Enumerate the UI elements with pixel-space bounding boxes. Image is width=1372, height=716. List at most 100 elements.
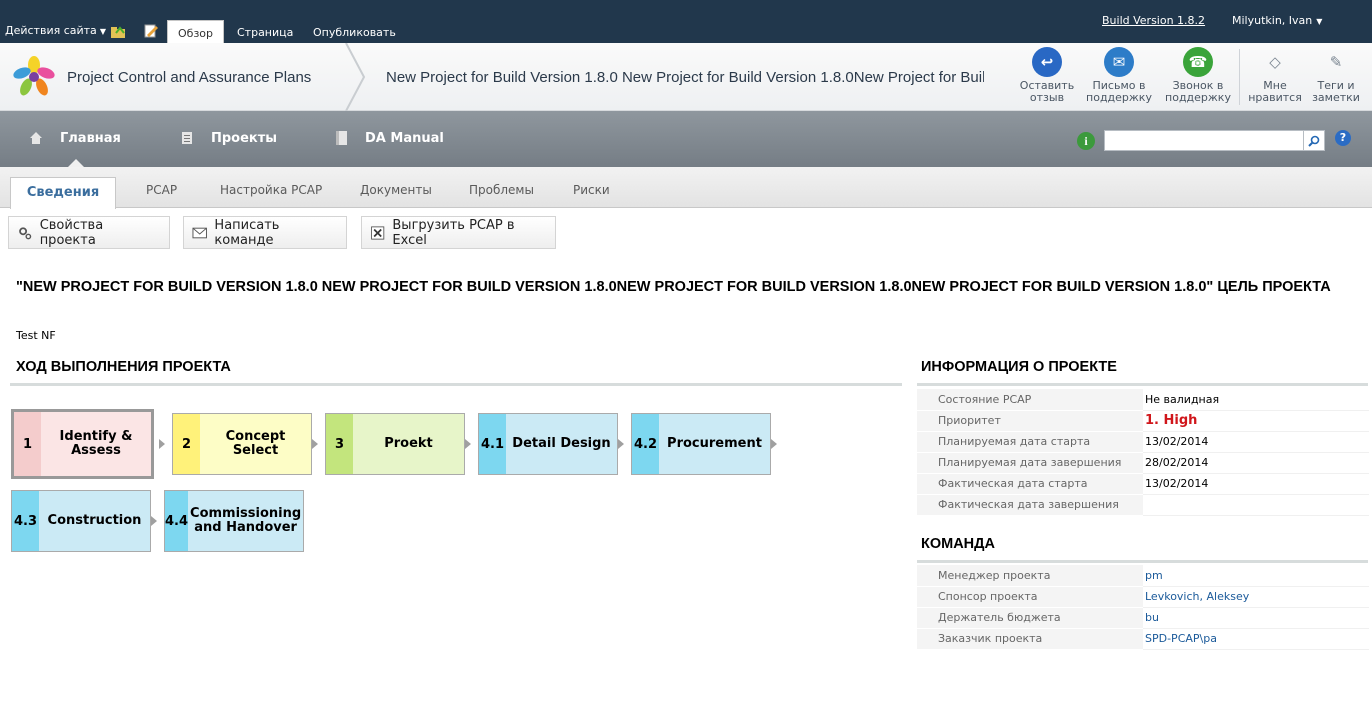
tags-notes-button[interactable]: ✎ Теги и заметки [1300, 47, 1372, 107]
navigate-up-icon[interactable] [110, 23, 126, 39]
info-key: Планируемая дата завершения [917, 452, 1143, 474]
feedback-icon: ↩ [1032, 47, 1062, 77]
export-excel-button[interactable]: Выгрузить PCAP в Excel [361, 216, 556, 249]
arrow-right-icon [159, 439, 165, 449]
team-member-link[interactable]: pm [1143, 565, 1369, 587]
nav-da-manual[interactable]: DA Manual [333, 130, 444, 146]
phone-icon: ☎ [1183, 47, 1213, 77]
search-input[interactable] [1104, 130, 1304, 151]
info-value: Не валидная [1143, 389, 1369, 411]
project-properties-button[interactable]: Свойства проекта [8, 216, 170, 249]
edit-page-icon[interactable] [143, 23, 159, 39]
info-value: 13/02/2014 [1143, 473, 1369, 495]
stage-number: 4.2 [632, 414, 659, 474]
info-key: Планируемая дата старта [917, 431, 1143, 453]
stage-number: 3 [326, 414, 353, 474]
nav-home-label: Главная [60, 130, 121, 146]
priority-value: 1. High [1143, 410, 1369, 432]
info-section-title: ИНФОРМАЦИЯ О ПРОЕКТЕ [921, 359, 1117, 375]
user-menu[interactable]: Milyutkin, Ivan ▼ [1232, 14, 1322, 27]
stage-label: Procurement [667, 436, 762, 451]
tags-notes-label-2: заметки [1312, 91, 1360, 104]
stage-label: Identify & Assess [59, 429, 133, 458]
tab-documents[interactable]: Документы [360, 183, 432, 197]
tab-publish[interactable]: Опубликовать [303, 20, 406, 43]
team-member-link[interactable]: bu [1143, 607, 1369, 629]
project-properties-label: Свойства проекта [39, 217, 104, 248]
stage-number: 1 [14, 412, 41, 476]
divider [917, 560, 1368, 563]
build-version-link[interactable]: Build Version 1.8.2 [1102, 14, 1205, 27]
gear-icon [19, 226, 32, 239]
tab-issues[interactable]: Проблемы [469, 183, 534, 197]
table-row: Спонсор проекта Levkovich, Aleksey [917, 586, 1369, 608]
tab-browse[interactable]: Обзор [167, 20, 225, 43]
team-member-link[interactable]: Levkovich, Aleksey [1143, 586, 1369, 608]
table-row: Состояние PCAP Не валидная [917, 389, 1369, 411]
table-row: Фактическая дата старта 13/02/2014 [917, 473, 1369, 495]
info-icon[interactable]: i [1077, 132, 1095, 150]
projects-icon [182, 132, 192, 144]
mail-icon: ✉ [1104, 47, 1134, 77]
tab-details[interactable]: Сведения [10, 177, 116, 209]
team-role: Спонсор проекта [917, 586, 1143, 608]
divider [10, 383, 902, 386]
team-role: Держатель бюджета [917, 607, 1143, 629]
arrow-right-icon [618, 439, 624, 449]
stage-label: Construction [47, 513, 142, 528]
tab-page[interactable]: Страница [227, 20, 303, 43]
arrow-right-icon [151, 516, 157, 526]
team-role: Менеджер проекта [917, 565, 1143, 587]
table-row: Приоритет 1. High [917, 410, 1369, 432]
project-goal-text: Test NF [16, 329, 56, 342]
tab-pcap-settings[interactable]: Настройка PCAP [220, 183, 322, 197]
stage-number: 4.3 [12, 491, 39, 551]
help-icon[interactable]: ? [1335, 130, 1351, 146]
ribbon-bar: Действия сайта ▼ Обзор Страница Опубликов… [0, 0, 1372, 43]
tab-risks[interactable]: Риски [573, 183, 610, 197]
nav-projects[interactable]: Проекты [179, 130, 277, 146]
project-info-table: Состояние PCAP Не валидная Приоритет 1. Hi… [917, 389, 1369, 516]
info-key: Фактическая дата старта [917, 473, 1143, 495]
stage-box[interactable]: 4.2 Procurement [631, 413, 771, 475]
chevron-down-icon: ▼ [99, 27, 106, 36]
export-excel-label: Выгрузить PCAP в Excel [392, 217, 515, 248]
write-team-button[interactable]: Написать команде [183, 216, 347, 249]
site-actions-menu[interactable]: Действия сайта ▼ [5, 24, 106, 37]
title-row: Project Control and Assurance Plans New … [0, 43, 1372, 111]
info-value [1143, 494, 1369, 516]
team-role: Заказчик проекта [917, 628, 1143, 650]
stage-box[interactable]: 3 Proekt [325, 413, 465, 475]
stage-label: Concept Select [225, 429, 286, 458]
excel-icon [371, 225, 385, 240]
table-row: Планируемая дата старта 13/02/2014 [917, 431, 1369, 453]
write-team-label: Написать команде [214, 217, 280, 248]
stage-label: Commissioning and Handover [190, 506, 302, 535]
stage-label: Proekt [384, 436, 433, 451]
arrow-right-icon [771, 439, 777, 449]
site-title[interactable]: Project Control and Assurance Plans [67, 69, 311, 86]
stage-box[interactable]: 2 Concept Select [172, 413, 312, 475]
stage-number: 2 [173, 414, 200, 474]
stage-box[interactable]: 1 Identify & Assess [11, 409, 154, 479]
feedback-button[interactable]: ↩ Оставить отзыв [1011, 47, 1083, 107]
nav-home[interactable]: Главная [28, 130, 121, 146]
info-value: 28/02/2014 [1143, 452, 1369, 474]
email-support-button[interactable]: ✉ Письмо в поддержку [1083, 47, 1155, 107]
home-icon [30, 132, 42, 144]
stage-number: 4.1 [479, 414, 506, 474]
feedback-label-2: отзыв [1029, 91, 1065, 104]
nav-projects-label: Проекты [211, 130, 278, 146]
search-button[interactable] [1304, 130, 1325, 151]
info-key: Фактическая дата завершения [917, 494, 1143, 516]
stage-box[interactable]: 4.3 Construction [11, 490, 151, 552]
stage-box[interactable]: 4.1 Detail Design [478, 413, 618, 475]
book-icon [336, 131, 347, 145]
progress-section-title: ХОД ВЫПОЛНЕНИЯ ПРОЕКТА [16, 359, 231, 375]
team-member-link[interactable]: SPD-PCAP\pa [1143, 628, 1369, 650]
arrow-right-icon [312, 439, 318, 449]
site-logo-icon[interactable] [10, 53, 58, 101]
tab-pcap[interactable]: PCAP [146, 183, 177, 197]
call-support-button[interactable]: ☎ Звонок в поддержку [1162, 47, 1234, 107]
stage-box[interactable]: 4.4 Commissioning and Handover [164, 490, 304, 552]
